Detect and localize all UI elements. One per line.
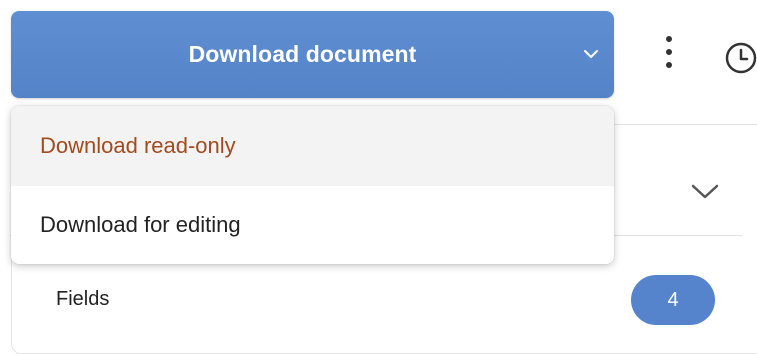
more-options-icon[interactable]: [659, 36, 679, 76]
menu-item-download-read-only[interactable]: Download read-only: [11, 106, 614, 186]
download-button-label: Download document: [188, 41, 417, 67]
fields-label: Fields: [56, 288, 110, 310]
menu-item-download-for-editing[interactable]: Download for editing: [11, 186, 614, 264]
download-dropdown-menu: Download read-only Download for editing: [11, 106, 614, 264]
chevron-down-icon: [584, 50, 598, 58]
clock-icon[interactable]: [723, 40, 757, 76]
download-document-button[interactable]: Download document: [11, 11, 614, 98]
fields-count-badge: 4: [631, 275, 715, 325]
chevron-down-icon[interactable]: [690, 183, 720, 201]
